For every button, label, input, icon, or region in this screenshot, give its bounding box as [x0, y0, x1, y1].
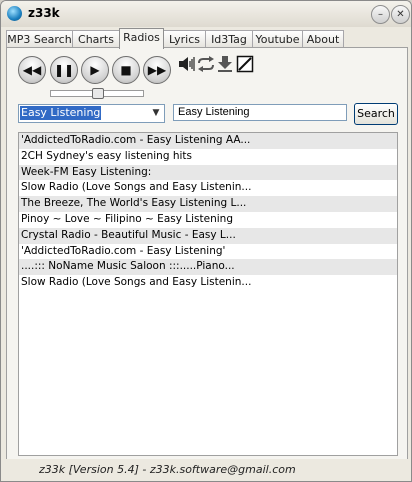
status-bar: z33k [Version 5.4] - z33k.software@gmail…: [1, 459, 411, 481]
tab-mp3-search[interactable]: MP3 Search: [6, 30, 73, 48]
repeat-icon[interactable]: [197, 55, 215, 73]
list-item[interactable]: Crystal Radio - Beautiful Music - Easy L…: [19, 227, 397, 244]
list-item[interactable]: The Breeze, The World's Easy Listening L…: [19, 196, 397, 212]
search-input[interactable]: [173, 104, 347, 121]
title-bar: z33k – ✕: [1, 1, 411, 27]
stop-button[interactable]: ■: [112, 56, 140, 84]
app-title: z33k: [28, 6, 60, 20]
results-list[interactable]: 'AddictedToRadio.com - Easy Listening AA…: [18, 132, 398, 456]
list-item[interactable]: Pinoy ~ Love ~ Filipino ~ Easy Listening: [19, 212, 397, 228]
list-item[interactable]: 'AddictedToRadio.com - Easy Listening AA…: [19, 133, 397, 149]
tab-about[interactable]: About: [302, 30, 344, 48]
forward-button[interactable]: ▶▶: [143, 56, 171, 84]
list-item[interactable]: 'AddictedToRadio.com - Easy Listening': [19, 244, 397, 260]
rewind-button[interactable]: ◀◀: [18, 56, 46, 84]
app-logo-icon: [7, 6, 22, 21]
volume-icon[interactable]: [178, 55, 196, 73]
list-item[interactable]: Slow Radio (Love Songs and Easy Listenin…: [19, 275, 397, 291]
tab-id3tag[interactable]: Id3Tag: [205, 30, 253, 48]
minimize-button[interactable]: –: [371, 5, 390, 24]
tab-youtube[interactable]: Youtube: [252, 30, 303, 48]
app-window: z33k – ✕ MP3 Search Charts Radios Lyrics…: [0, 0, 412, 482]
list-item[interactable]: 2CH Sydney's easy listening hits: [19, 149, 397, 165]
download-icon[interactable]: [216, 55, 234, 73]
seek-thumb[interactable]: [92, 88, 104, 99]
close-button[interactable]: ✕: [391, 5, 410, 24]
play-button[interactable]: ▶: [81, 56, 109, 84]
tab-lyrics[interactable]: Lyrics: [163, 30, 206, 48]
status-text: z33k [Version 5.4] - z33k.software@gmail…: [39, 463, 296, 476]
edit-icon[interactable]: [236, 55, 254, 73]
list-item[interactable]: Slow Radio (Love Songs and Easy Listenin…: [19, 180, 397, 196]
chevron-down-icon[interactable]: ▼: [148, 105, 164, 122]
list-item[interactable]: ....::: NoName Music Saloon :::.....Pian…: [19, 259, 397, 276]
genre-select[interactable]: Easy Listening ▼: [18, 104, 165, 123]
pause-button[interactable]: ❚❚: [50, 56, 78, 84]
genre-select-value: Easy Listening: [20, 106, 102, 120]
radios-panel: ◀◀ ❚❚ ▶ ■ ▶▶ Easy Listening ▼ Easy Liste…: [6, 47, 408, 461]
seek-bar[interactable]: [50, 88, 144, 99]
tab-charts[interactable]: Charts: [72, 30, 120, 48]
list-item[interactable]: Week-FM Easy Listening:: [19, 164, 397, 181]
tab-radios[interactable]: Radios: [119, 28, 164, 49]
search-button[interactable]: Search: [354, 103, 398, 125]
